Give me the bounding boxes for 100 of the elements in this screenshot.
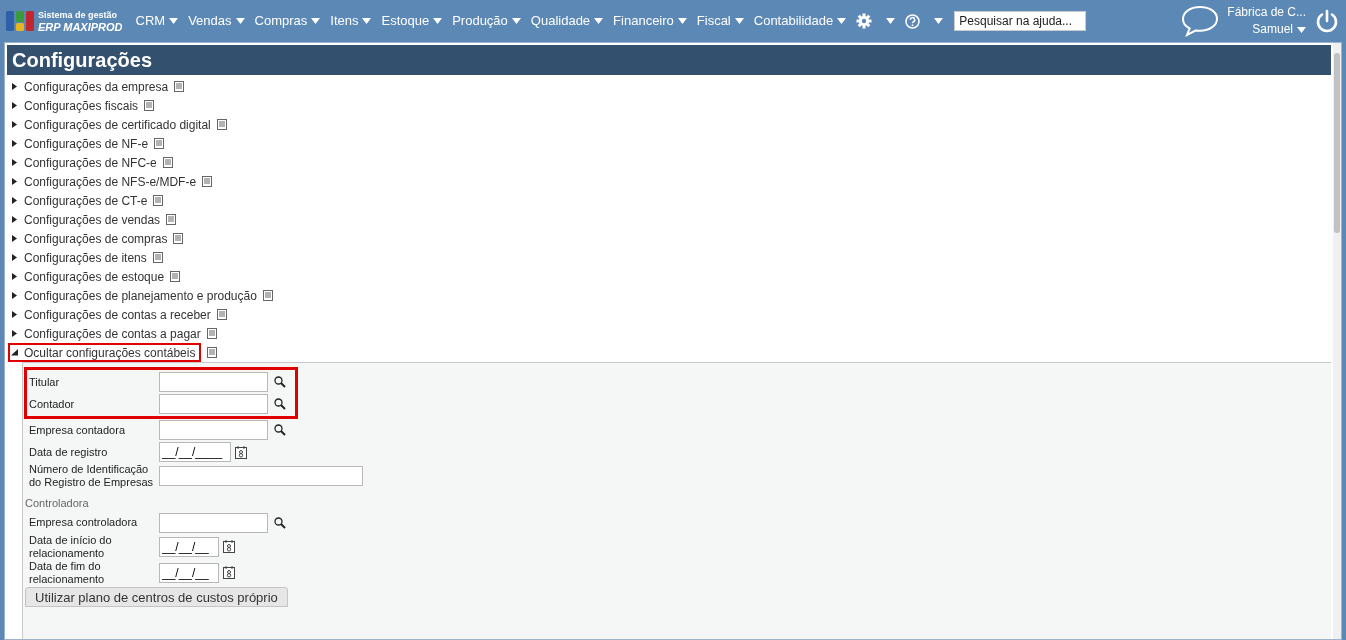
expand-triangle-icon [11,311,18,318]
field-label: Data de registro [29,445,109,459]
calendar-icon[interactable] [235,445,247,459]
section-toggle[interactable]: Ocultar configurações contábeis [8,343,202,362]
note-icon[interactable] [174,81,185,92]
collapse-triangle-icon [11,349,18,356]
note-icon[interactable] [216,119,227,130]
field-label: Titular [29,375,61,389]
expand-triangle-icon [11,159,18,166]
section-toggle[interactable]: Configurações de certificado digital [11,115,211,134]
note-icon[interactable] [207,347,218,358]
date-field[interactable]: __/__/__ [159,562,219,583]
note-icon[interactable] [154,138,165,149]
menu-item[interactable]: Itens [325,11,377,31]
field-label: Número de Identificação do Registro de Empresas [29,463,155,489]
field-label: Data de início do relacionamento [29,533,113,560]
section-toggle[interactable]: Configurações de planejamento e produção [11,286,257,305]
note-icon[interactable] [153,195,164,206]
field-label: Contador [29,397,76,411]
field-label: Empresa controladora [29,516,139,529]
note-icon[interactable] [262,290,273,301]
caret-icon [677,18,687,24]
caret-icon [594,18,604,24]
menu-item[interactable]: Fiscal [691,11,749,31]
section-toggle[interactable]: Configurações da empresa [11,77,169,96]
note-icon[interactable] [173,233,184,244]
expand-triangle-icon [11,235,18,242]
section-toggle[interactable]: Configurações de vendas [11,210,161,229]
note-icon[interactable] [152,252,163,263]
menu-item[interactable]: Produção [447,11,526,31]
help-search-field[interactable]: Pesquisar na ajuda... [954,11,1087,31]
section-toggle[interactable]: Configurações de NF-e [11,134,149,153]
section-toggle[interactable]: Configurações de contas a pagar [11,324,201,343]
note-icon[interactable] [206,328,217,339]
field-label: Empresa contadora [29,423,126,437]
menu-item[interactable]: Qualidade [525,11,609,31]
section-toggle[interactable]: Configurações de CT-e [11,191,148,210]
calendar-icon[interactable] [223,566,235,579]
expand-triangle-icon [11,102,18,109]
lookup-field[interactable] [159,420,268,440]
note-icon[interactable] [162,157,173,168]
expand-triangle-icon [11,254,18,261]
section-toggle[interactable]: Configurações de contas a receber [11,305,211,324]
caret-icon [169,18,179,24]
menu-item[interactable]: Financeiro [608,11,692,31]
date-field[interactable]: __/__/____ [159,442,231,462]
calendar-icon[interactable] [223,540,235,553]
search-icon[interactable] [274,516,286,529]
caret-icon [1297,26,1306,33]
note-icon[interactable] [144,100,155,111]
menu-item[interactable]: CRM [130,11,184,31]
date-field[interactable]: __/__/__ [159,536,219,557]
company-name: Fábrica de C... [1227,4,1306,21]
note-icon[interactable] [216,309,227,320]
lookup-field[interactable] [159,372,268,392]
caret-icon [511,18,521,24]
expand-triangle-icon [11,330,18,337]
expand-triangle-icon [11,83,18,90]
search-icon[interactable] [274,376,286,388]
caret-icon [311,18,321,24]
caret-icon [934,18,944,24]
logo-subtitle: Sistema de gestão [38,9,119,21]
menu-item[interactable]: Vendas [183,11,250,31]
note-icon[interactable] [170,271,181,282]
logo-icon [6,10,34,32]
expand-triangle-icon [11,273,18,280]
section-toggle[interactable]: Configurações de compras [11,229,168,248]
note-icon[interactable] [166,214,177,225]
section-toggle[interactable]: Configurações de estoque [11,267,165,286]
page-title: Configurações [12,48,153,73]
logo-title: ERP MAXIPROD [38,21,123,33]
section-heading: Controladora [25,496,90,511]
expand-triangle-icon [11,292,18,299]
note-icon[interactable] [202,176,213,187]
section-toggle[interactable]: Configurações de NFS-e/MDF-e [11,172,197,191]
field-label: Data de fim do relacionamento [29,559,106,586]
menu-item[interactable]: Contabilidade [748,11,852,31]
section-toggle[interactable]: Configurações fiscais [11,96,139,115]
caret-icon [235,18,245,24]
help-icon [905,13,921,29]
lookup-field[interactable] [159,394,268,414]
text-field[interactable] [159,466,363,486]
menu-item[interactable]: Compras [249,11,326,31]
section-toggle[interactable]: Configurações de itens [11,248,147,267]
power-icon[interactable] [1316,9,1338,33]
caret-icon [433,18,443,24]
lookup-field[interactable] [159,512,268,533]
search-icon[interactable] [274,424,286,436]
expand-triangle-icon [11,216,18,223]
caret-icon [837,18,847,24]
user-menu[interactable]: Samuel [1252,21,1306,38]
menu-item[interactable]: Estoque [376,11,448,31]
settings-icon [856,13,873,29]
chat-icon[interactable] [1181,5,1220,37]
search-icon[interactable] [274,398,286,410]
caret-icon [362,18,372,24]
section-toggle[interactable]: Configurações de NFC-e [11,153,157,172]
expand-triangle-icon [11,140,18,147]
expand-triangle-icon [11,197,18,204]
cost-center-button[interactable]: Utilizar plano de centros de custos próprio [25,586,288,607]
